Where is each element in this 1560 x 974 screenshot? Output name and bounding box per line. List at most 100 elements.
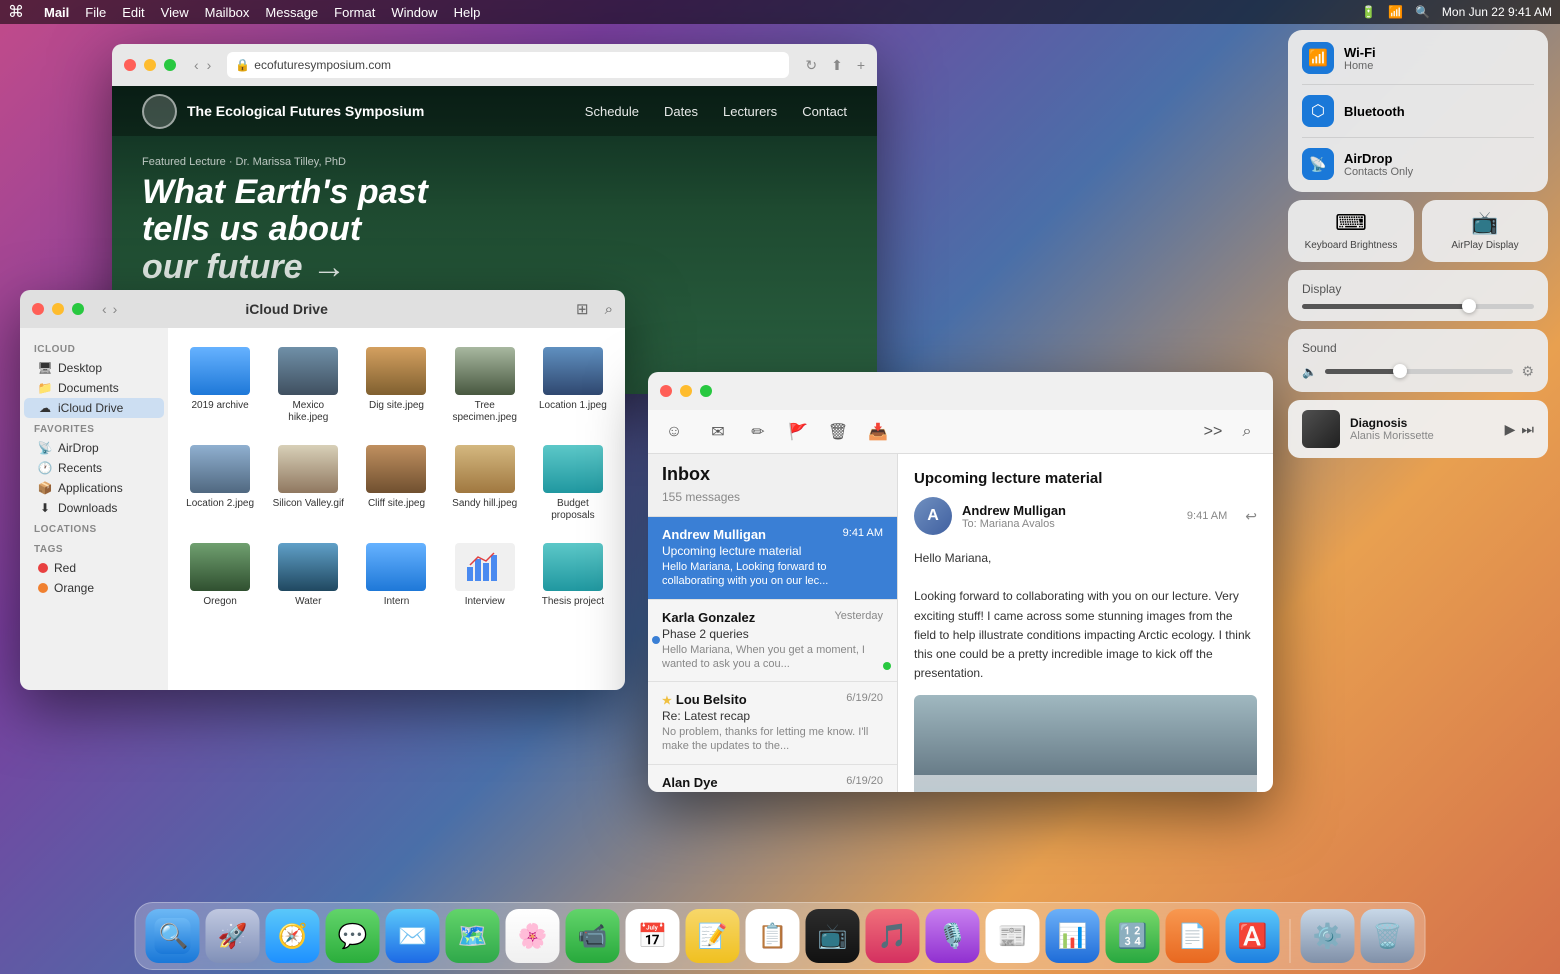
reply-icon[interactable]: ↩ bbox=[1245, 508, 1257, 525]
file-oregon[interactable]: Oregon bbox=[180, 536, 260, 614]
dock-notes[interactable]: 📝 bbox=[686, 909, 740, 963]
dock-music[interactable]: 🎵 bbox=[866, 909, 920, 963]
finder-search-button[interactable]: ⌕ bbox=[605, 301, 613, 318]
file-location1[interactable]: Location 1.jpeg bbox=[533, 340, 613, 430]
dock-podcasts[interactable]: 🎙️ bbox=[926, 909, 980, 963]
sidebar-item-documents[interactable]: 📁 Documents bbox=[24, 378, 164, 398]
sidebar-tag-orange[interactable]: Orange bbox=[24, 578, 164, 598]
sidebar-tag-red[interactable]: Red bbox=[24, 558, 164, 578]
file-2019-archive[interactable]: 2019 archive bbox=[180, 340, 260, 430]
refresh-icon[interactable]: ↻ bbox=[805, 57, 817, 74]
back-button[interactable]: ‹ bbox=[194, 57, 199, 73]
dock-maps[interactable]: 🗺️ bbox=[446, 909, 500, 963]
dock-messages[interactable]: 💬 bbox=[326, 909, 380, 963]
finder-close-button[interactable] bbox=[32, 303, 44, 315]
display-knob[interactable] bbox=[1462, 299, 1476, 313]
dock-appstore[interactable]: 🅰️ bbox=[1226, 909, 1280, 963]
mail-item-0[interactable]: Andrew Mulligan 9:41 AM Upcoming lecture… bbox=[648, 517, 897, 600]
dock-news[interactable]: 📰 bbox=[986, 909, 1040, 963]
mail-minimize-button[interactable] bbox=[680, 385, 692, 397]
dock-mail[interactable]: ✉️ bbox=[386, 909, 440, 963]
menu-mailbox[interactable]: Mailbox bbox=[205, 5, 250, 20]
menu-format[interactable]: Format bbox=[334, 5, 375, 20]
mail-item-2[interactable]: ★Lou Belsito 6/19/20 Re: Latest recap No… bbox=[648, 682, 897, 765]
play-button[interactable]: ▶ bbox=[1505, 421, 1516, 438]
mail-item-3[interactable]: Alan Dye 6/19/20 Re: Field survey result… bbox=[648, 765, 897, 792]
sound-slider[interactable] bbox=[1325, 369, 1513, 374]
file-dig-site[interactable]: Dig site.jpeg bbox=[356, 340, 436, 430]
file-location2[interactable]: Location 2.jpeg bbox=[180, 438, 260, 528]
finder-forward[interactable]: › bbox=[113, 301, 118, 317]
dock-keynote[interactable]: 📊 bbox=[1046, 909, 1100, 963]
menu-window[interactable]: Window bbox=[391, 5, 437, 20]
cc-airdrop-row[interactable]: 📡 AirDrop Contacts Only bbox=[1302, 138, 1534, 180]
mail-archive-button[interactable]: ☺ bbox=[660, 418, 688, 446]
file-intern[interactable]: Intern bbox=[356, 536, 436, 614]
finder-view-options[interactable]: ⊞ bbox=[576, 300, 589, 318]
sound-knob[interactable] bbox=[1393, 364, 1407, 378]
file-budget[interactable]: Budget proposals bbox=[533, 438, 613, 528]
address-bar[interactable]: 🔒 ecofuturesymposium.com bbox=[227, 52, 789, 78]
dock-calendar[interactable]: 📅 bbox=[626, 909, 680, 963]
menu-view[interactable]: View bbox=[161, 5, 189, 20]
add-tab-icon[interactable]: + bbox=[857, 57, 865, 73]
cc-airplay-card[interactable]: 📺 AirPlay Display bbox=[1422, 200, 1548, 262]
sidebar-item-applications[interactable]: 📦 Applications bbox=[24, 478, 164, 498]
nav-lecturers[interactable]: Lecturers bbox=[723, 104, 777, 119]
cc-keyboard-card[interactable]: ⌨ Keyboard Brightness bbox=[1288, 200, 1414, 262]
mail-search-button[interactable]: ⌕ bbox=[1233, 418, 1261, 446]
file-thesis[interactable]: Thesis project bbox=[533, 536, 613, 614]
sidebar-item-recents[interactable]: 🕐 Recents bbox=[24, 458, 164, 478]
dock-safari[interactable]: 🧭 bbox=[266, 909, 320, 963]
forward-button[interactable]: › bbox=[207, 57, 212, 73]
dock-reminders[interactable]: 📋 bbox=[746, 909, 800, 963]
file-silicon-valley[interactable]: Silicon Valley.gif bbox=[268, 438, 348, 528]
nav-dates[interactable]: Dates bbox=[664, 104, 698, 119]
mail-move-button[interactable]: 📥 bbox=[864, 418, 892, 446]
search-icon[interactable]: 🔍 bbox=[1415, 5, 1430, 19]
sidebar-item-airdrop[interactable]: 📡 AirDrop bbox=[24, 438, 164, 458]
dock-pages[interactable]: 📄 bbox=[1166, 909, 1220, 963]
menu-edit[interactable]: Edit bbox=[122, 5, 144, 20]
dock-appletv[interactable]: 📺 bbox=[806, 909, 860, 963]
browser-minimize-button[interactable] bbox=[144, 59, 156, 71]
file-water[interactable]: Water bbox=[268, 536, 348, 614]
file-tree-specimen[interactable]: Tree specimen.jpeg bbox=[445, 340, 525, 430]
share-icon[interactable]: ⬆ bbox=[831, 57, 843, 74]
dock-facetime[interactable]: 📹 bbox=[566, 909, 620, 963]
mail-delete-button[interactable]: 🗑 bbox=[824, 418, 852, 446]
dock-launchpad[interactable]: 🚀 bbox=[206, 909, 260, 963]
file-sandy-hill[interactable]: Sandy hill.jpeg bbox=[445, 438, 525, 528]
menu-file[interactable]: File bbox=[85, 5, 106, 20]
cc-bluetooth-row[interactable]: ⬡ Bluetooth bbox=[1302, 85, 1534, 138]
file-interview[interactable]: Interview bbox=[445, 536, 525, 614]
browser-maximize-button[interactable] bbox=[164, 59, 176, 71]
mail-item-1[interactable]: Karla Gonzalez Yesterday Phase 2 queries… bbox=[648, 600, 897, 683]
mail-edit-button[interactable]: ✏ bbox=[744, 418, 772, 446]
dock-sysprefs[interactable]: ⚙️ bbox=[1301, 909, 1355, 963]
sidebar-item-icloud[interactable]: ☁ iCloud Drive bbox=[24, 398, 164, 418]
menu-help[interactable]: Help bbox=[454, 5, 481, 20]
sound-settings-icon[interactable]: ⚙ bbox=[1521, 363, 1534, 380]
sidebar-item-desktop[interactable]: 🖥 Desktop bbox=[24, 358, 164, 378]
cc-wifi-row[interactable]: 📶 Wi-Fi Home bbox=[1302, 42, 1534, 85]
mail-maximize-button[interactable] bbox=[700, 385, 712, 397]
dock-finder[interactable]: 🔍 bbox=[146, 909, 200, 963]
apple-menu[interactable]: ⌘ bbox=[8, 2, 24, 22]
wifi-icon[interactable]: 📶 bbox=[1388, 5, 1403, 19]
nav-schedule[interactable]: Schedule bbox=[585, 104, 639, 119]
nav-contact[interactable]: Contact bbox=[802, 104, 847, 119]
mail-more-button[interactable]: >> bbox=[1199, 418, 1227, 446]
browser-close-button[interactable] bbox=[124, 59, 136, 71]
dock-photos[interactable]: 🌸 bbox=[506, 909, 560, 963]
dock-trash[interactable]: 🗑️ bbox=[1361, 909, 1415, 963]
skip-button[interactable]: ⏭ bbox=[1521, 421, 1534, 438]
finder-back[interactable]: ‹ bbox=[102, 301, 107, 317]
finder-minimize-button[interactable] bbox=[52, 303, 64, 315]
file-cliff-site[interactable]: Cliff site.jpeg bbox=[356, 438, 436, 528]
dock-numbers[interactable]: 🔢 bbox=[1106, 909, 1160, 963]
app-name[interactable]: Mail bbox=[44, 5, 69, 20]
display-slider[interactable] bbox=[1302, 304, 1534, 309]
file-mexico-hike[interactable]: Mexico hike.jpeg bbox=[268, 340, 348, 430]
menu-message[interactable]: Message bbox=[265, 5, 318, 20]
